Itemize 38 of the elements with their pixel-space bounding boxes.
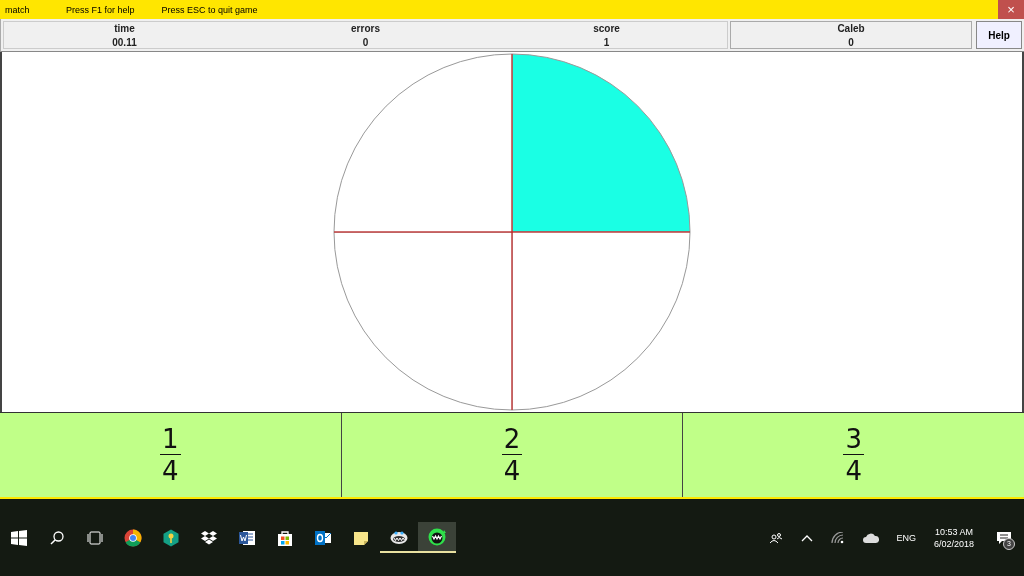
hint-text: Press ESC to quit game bbox=[161, 4, 258, 15]
stat-label: errors bbox=[351, 22, 380, 34]
word-icon[interactable] bbox=[238, 528, 256, 547]
monster-app-button[interactable] bbox=[418, 522, 456, 553]
pie-slice[interactable] bbox=[511, 231, 691, 411]
task-view-icon[interactable] bbox=[86, 530, 104, 545]
player-score: 0 bbox=[848, 36, 854, 48]
people-icon[interactable] bbox=[769, 531, 784, 544]
key-icon[interactable] bbox=[162, 528, 180, 547]
hint-text: Press F1 for help bbox=[66, 4, 135, 15]
fraction-button[interactable]: 2 4 bbox=[341, 413, 684, 497]
cloud-icon[interactable] bbox=[863, 532, 880, 543]
chevron-up-icon[interactable] bbox=[801, 533, 814, 542]
dropbox-icon[interactable] bbox=[200, 528, 218, 547]
clock-time[interactable]: 10:53 AM bbox=[934, 526, 973, 537]
pie-slice[interactable] bbox=[333, 231, 513, 411]
pie-slice[interactable] bbox=[333, 53, 513, 233]
language-indicator[interactable]: ENG bbox=[896, 532, 916, 543]
stat-label: time bbox=[114, 22, 135, 34]
store-icon[interactable] bbox=[276, 528, 294, 547]
window-title: match bbox=[5, 4, 31, 15]
close-button[interactable]: × bbox=[998, 0, 1024, 19]
chrome-icon[interactable] bbox=[124, 528, 142, 547]
wifi-icon[interactable] bbox=[831, 531, 846, 544]
help-button[interactable]: Help bbox=[976, 21, 1022, 49]
search-icon[interactable] bbox=[50, 530, 64, 545]
stat-value: 00.11 bbox=[112, 36, 137, 48]
fraction-button[interactable]: 3 4 bbox=[683, 413, 1024, 497]
fraction-button[interactable]: 1 4 bbox=[0, 413, 342, 497]
clock-date[interactable]: 6/02/2018 bbox=[933, 538, 974, 549]
player-name: Caleb bbox=[837, 22, 865, 34]
windows-icon[interactable] bbox=[11, 529, 27, 546]
stat-label: score bbox=[593, 22, 620, 34]
pie-slice[interactable] bbox=[511, 53, 691, 233]
stat-value: 1 bbox=[603, 36, 610, 48]
stat-value: 0 bbox=[362, 36, 369, 48]
outlook-icon[interactable] bbox=[314, 528, 332, 547]
monster-icon[interactable] bbox=[428, 527, 446, 546]
